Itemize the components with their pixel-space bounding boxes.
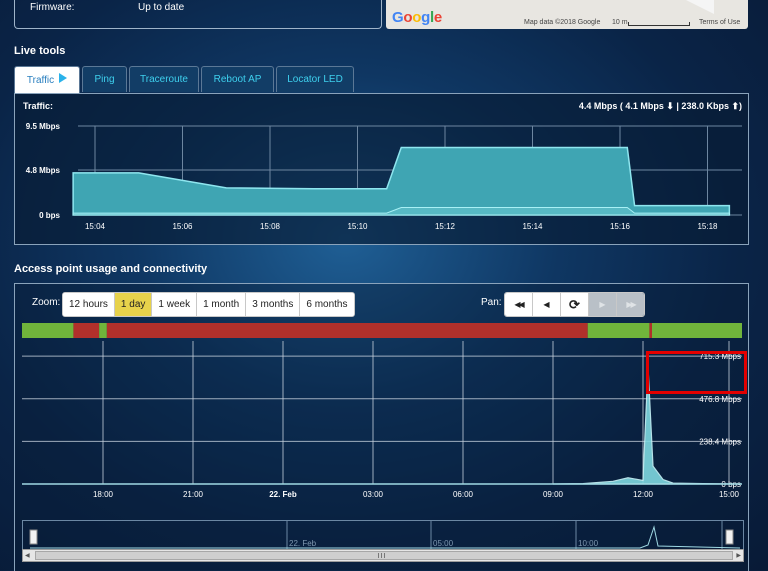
scrollbar-thumb[interactable] [35, 551, 733, 560]
grip-line [384, 553, 385, 558]
x-tick-label: 06:00 [453, 490, 474, 499]
scroll-right-arrow-icon[interactable]: ▶ [736, 552, 741, 559]
y-tick-label: 476.8 Mbps [699, 395, 741, 404]
y-tick-label: 238.4 Mbps [699, 437, 741, 446]
connectivity-segment-up [99, 323, 107, 338]
grip-line [378, 553, 379, 558]
x-tick-label: 12:00 [633, 490, 654, 499]
x-tick-label: 18:00 [93, 490, 114, 499]
grip-line [381, 553, 382, 558]
connectivity-segment-down [649, 323, 652, 338]
scroll-left-arrow-icon[interactable]: ◀ [25, 552, 30, 559]
x-tick-label: 22. Feb [269, 490, 297, 499]
connectivity-segment-down [106, 323, 588, 338]
connectivity-segment-up [587, 323, 650, 338]
navigator-scrollbar[interactable]: ◀ ▶ [22, 549, 744, 562]
x-tick-label: 09:00 [543, 490, 564, 499]
usage-chart[interactable]: 18:00 21:00 22. Feb 03:00 06:00 09:00 12:00 15:… [0, 0, 768, 570]
connectivity-segment-up [22, 323, 74, 338]
highlight-box [646, 351, 747, 394]
connectivity-segment-down [73, 323, 100, 338]
connectivity-segment-up [652, 323, 742, 338]
x-tick-label: 21:00 [183, 490, 204, 499]
x-tick-label: 03:00 [363, 490, 384, 499]
x-tick-label: 15:00 [719, 490, 740, 499]
navigator-strip[interactable] [22, 520, 744, 551]
